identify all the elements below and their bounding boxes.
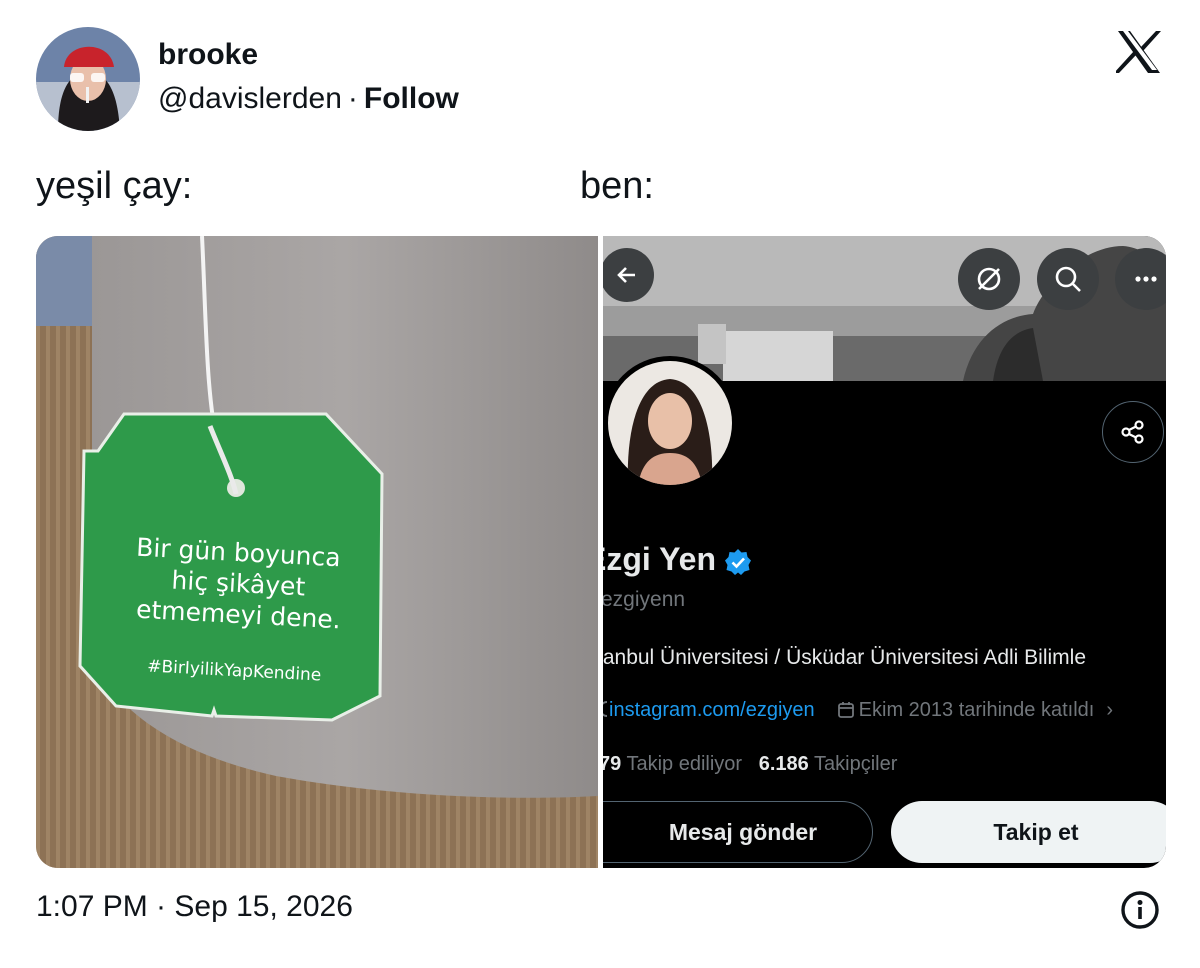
profile-name: Ezgi Yen xyxy=(603,541,717,577)
profile-stats: 79 Takip ediliyor 6.186 Takipçiler xyxy=(603,753,897,776)
search-icon xyxy=(1055,266,1081,292)
profile-joined: Ekim 2013 tarihinde katıldı xyxy=(858,699,1095,721)
search-button[interactable] xyxy=(1037,248,1099,310)
grok-button[interactable] xyxy=(958,248,1020,310)
share-button[interactable] xyxy=(1102,401,1164,463)
following-count[interactable]: 79 xyxy=(603,753,621,775)
followers-count[interactable]: 6.186 xyxy=(759,753,809,775)
author-handle-line: @davislerden · Follow xyxy=(158,82,459,116)
message-button[interactable]: Mesaj gönder xyxy=(603,801,873,863)
separator-dot: · xyxy=(347,82,358,115)
chevron-right-icon[interactable]: › xyxy=(1106,699,1113,721)
grok-icon xyxy=(977,267,1001,291)
author-handle[interactable]: @davislerden xyxy=(158,82,342,115)
tweet-media[interactable]: Bir gün boyunca hiç şikâyet etmemeyi den… xyxy=(36,236,1166,868)
author-name[interactable]: brooke xyxy=(158,38,258,72)
tea-tag-photo[interactable]: Bir gün boyunca hiç şikâyet etmemeyi den… xyxy=(36,236,598,868)
profile-bio: tanbul Üniversitesi / Üsküdar Üniversite… xyxy=(603,646,1087,669)
tweet-timestamp[interactable]: 1:07 PM · Sep 15, 2026 xyxy=(36,890,353,924)
x-logo-icon[interactable] xyxy=(1116,30,1162,74)
calendar-icon xyxy=(837,702,854,718)
caption-left: yeşil çay: xyxy=(36,165,193,207)
profile-link[interactable]: instagram.com/ezgiyen xyxy=(609,699,815,721)
profile-handle: ezgiyenn xyxy=(603,588,686,611)
follow-link[interactable]: Follow xyxy=(364,82,459,115)
caption-right: ben: xyxy=(580,165,654,207)
verified-badge-icon xyxy=(725,548,752,575)
profile-follow-button[interactable]: Takip et xyxy=(891,801,1166,863)
following-label[interactable]: Takip ediliyor xyxy=(626,753,742,775)
more-icon xyxy=(1135,276,1157,282)
profile-name-line: Ezgi Yen xyxy=(603,541,752,578)
share-icon xyxy=(1121,420,1144,444)
back-arrow-icon xyxy=(617,267,635,283)
info-icon[interactable] xyxy=(1120,890,1160,930)
profile-avatar[interactable] xyxy=(603,356,737,490)
followers-label[interactable]: Takipçiler xyxy=(814,753,897,775)
author-avatar[interactable] xyxy=(36,27,140,131)
profile-meta: instagram.com/ezgiyen Ekim 2013 tarihinde… xyxy=(603,699,1113,722)
profile-screenshot[interactable]: Ezgi Yen ezgiyenn tanbul Üniversitesi / … xyxy=(603,236,1166,868)
